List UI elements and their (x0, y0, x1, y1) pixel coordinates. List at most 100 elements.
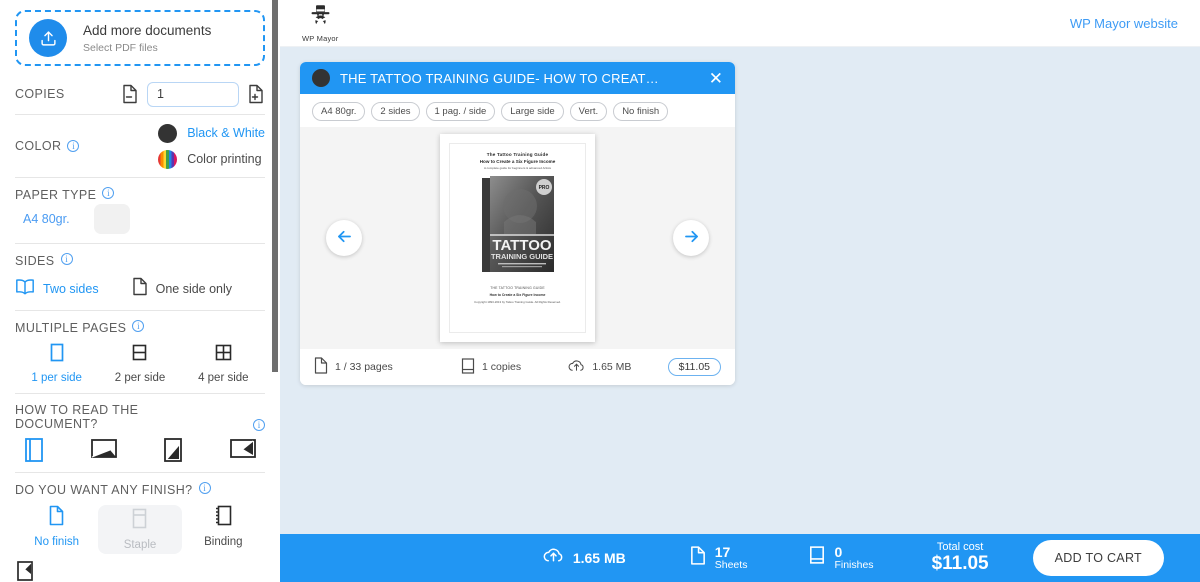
paper-type-label: PAPER TYPE (15, 188, 97, 202)
arrow-right-icon (682, 227, 701, 249)
wp-mayor-website-link[interactable]: WP Mayor website (1070, 16, 1178, 31)
summary-bottom-bar: 1.65 MB 17 Sheets 0 Finishes Total cost … (280, 534, 1200, 582)
documents-canvas: THE TATTOO TRAINING GUIDE- HOW TO CREAT…… (280, 47, 1200, 534)
add-documents-title: Add more documents (83, 22, 212, 38)
black-white-label: Black & White (187, 126, 265, 140)
two-per-side-icon (130, 343, 149, 367)
color-label: COLOR (15, 139, 62, 153)
finish-option-staple[interactable]: Staple (98, 505, 182, 554)
brand-name: WP Mayor (302, 33, 339, 43)
four-per-side-icon (214, 343, 233, 367)
how-to-read-section: HOW TO READ THE DOCUMENT? i (15, 394, 265, 472)
sides-option-one-side[interactable]: One side only (132, 277, 232, 301)
no-finish-label: No finish (34, 536, 80, 548)
finish-book-icon (809, 546, 825, 569)
chip-orientation[interactable]: Vert. (569, 102, 608, 121)
thumbnail-line-2: How to Create a Six Figure Income (479, 159, 556, 164)
copies-input[interactable] (147, 81, 239, 107)
chip-pages-per-side[interactable]: 1 pag. / side (425, 102, 496, 121)
paper-type-loading-placeholder (94, 204, 131, 234)
document-copies-stat: 1 copies (461, 357, 568, 377)
sheets-value: 17 (714, 544, 731, 561)
finish-label: DO YOU WANT ANY FINISH? (15, 483, 193, 497)
multiple-pages-label: MULTIPLE PAGES (15, 321, 127, 335)
finishes-stat: 0 Finishes (809, 545, 874, 571)
color-swatch-icon (158, 149, 178, 169)
arrow-left-icon (335, 227, 354, 249)
previous-page-button[interactable] (326, 220, 362, 256)
how-to-read-label: HOW TO READ THE DOCUMENT? (15, 403, 139, 431)
paper-type-info-icon[interactable]: i (102, 187, 115, 199)
svg-text:TRAINING GUIDE: TRAINING GUIDE (490, 252, 552, 261)
add-documents-dropzone[interactable]: Add more documents Select PDF files (15, 10, 265, 66)
document-size-value: 1.65 MB (592, 361, 632, 373)
chip-binding-side[interactable]: Large side (501, 102, 564, 121)
four-per-side-label: 4 per side (198, 372, 249, 384)
binding-label: Binding (204, 536, 243, 548)
sides-info-icon[interactable]: i (60, 253, 73, 265)
open-book-icon (15, 278, 35, 300)
upload-icon (29, 19, 67, 57)
document-color-mode-indicator-icon (312, 69, 330, 87)
cloud-upload-icon (568, 359, 585, 376)
document-pages-value: 1 / 33 pages (335, 361, 393, 373)
finishes-label: Finishes (834, 558, 874, 571)
total-size-value: 1.65 MB (572, 550, 626, 566)
increase-copies-button[interactable] (247, 84, 265, 104)
brand-logo[interactable]: WP Mayor (302, 4, 338, 43)
page-icon (314, 357, 328, 377)
finish-option-no-finish[interactable]: No finish (15, 505, 98, 554)
multiple-pages-option-4[interactable]: 4 per side (182, 343, 265, 384)
multiple-pages-option-1[interactable]: 1 per side (15, 343, 98, 384)
sides-option-two-sides[interactable]: Two sides (15, 278, 99, 300)
chip-finish[interactable]: No finish (613, 102, 669, 121)
print-configurator-app: Add more documents Select PDF files COPI… (0, 0, 1200, 582)
chip-paper-type[interactable]: A4 80gr. (312, 102, 366, 121)
paper-type-value[interactable]: A4 80gr. (23, 212, 70, 226)
top-bar: WP Mayor WP Mayor website (280, 0, 1200, 47)
one-per-side-label: 1 per side (31, 372, 82, 384)
document-title: THE TATTOO TRAINING GUIDE- HOW TO CREAT… (340, 70, 659, 86)
sides-section: SIDES i Two sides One side only (15, 244, 265, 310)
staple-icon (131, 508, 148, 534)
options-sidebar: Add more documents Select PDF files COPI… (0, 0, 280, 582)
add-to-cart-button[interactable]: ADD TO CART (1032, 540, 1164, 576)
copies-icon (461, 357, 475, 377)
one-side-label: One side only (155, 282, 233, 296)
binding-icon (214, 505, 233, 531)
how-to-read-option-horizontal-flip-bottom[interactable] (90, 437, 118, 463)
black-white-swatch-icon (158, 123, 178, 143)
thumbnail-footer-2: How to Create a Six Figure Income (489, 293, 546, 297)
color-option-black-white[interactable]: Black & White (158, 120, 265, 146)
how-to-read-option-vertical-left-binding[interactable] (23, 437, 45, 463)
decrease-copies-button[interactable] (121, 84, 139, 104)
sheet-icon (690, 546, 706, 570)
sides-label: SIDES (15, 254, 55, 268)
thumbnail-line-1: The Tattoo Training Guide (486, 152, 549, 157)
main-area: WP Mayor WP Mayor website THE TATTOO TRA… (280, 0, 1200, 582)
one-per-side-icon (49, 343, 65, 367)
extra-option-icon[interactable] (15, 561, 35, 582)
multiple-pages-option-2[interactable]: 2 per side (98, 343, 181, 384)
how-to-read-option-horizontal-flip-corner[interactable] (229, 437, 257, 463)
close-icon[interactable]: ✕ (709, 70, 723, 87)
finish-info-icon[interactable]: i (198, 482, 211, 494)
color-option-color-printing[interactable]: Color printing (158, 146, 265, 172)
multiple-pages-info-icon[interactable]: i (132, 320, 145, 332)
no-finish-page-icon (48, 505, 65, 531)
color-info-icon[interactable]: i (67, 140, 80, 152)
color-section: COLOR i Black & White Color printing (15, 115, 265, 177)
page-thumbnail[interactable]: The Tattoo Training Guide How to Create … (440, 134, 595, 342)
add-documents-subtitle: Select PDF files (83, 41, 158, 54)
two-per-side-label: 2 per side (114, 372, 166, 384)
chip-sides[interactable]: 2 sides (371, 102, 420, 121)
document-card-footer: 1 / 33 pages 1 copies 1.65 MB $11.05 (300, 349, 735, 385)
how-to-read-option-vertical-flip-corner[interactable] (162, 437, 184, 463)
sheets-label: Sheets (714, 558, 748, 571)
finish-option-binding[interactable]: Binding (182, 505, 265, 554)
document-copies-value: 1 copies (482, 361, 522, 373)
multiple-pages-section: MULTIPLE PAGES i 1 per side 2 per side 4… (15, 311, 265, 393)
how-to-read-info-icon[interactable]: i (253, 419, 265, 431)
sheets-stat: 17 Sheets (690, 544, 748, 571)
next-page-button[interactable] (673, 220, 709, 256)
